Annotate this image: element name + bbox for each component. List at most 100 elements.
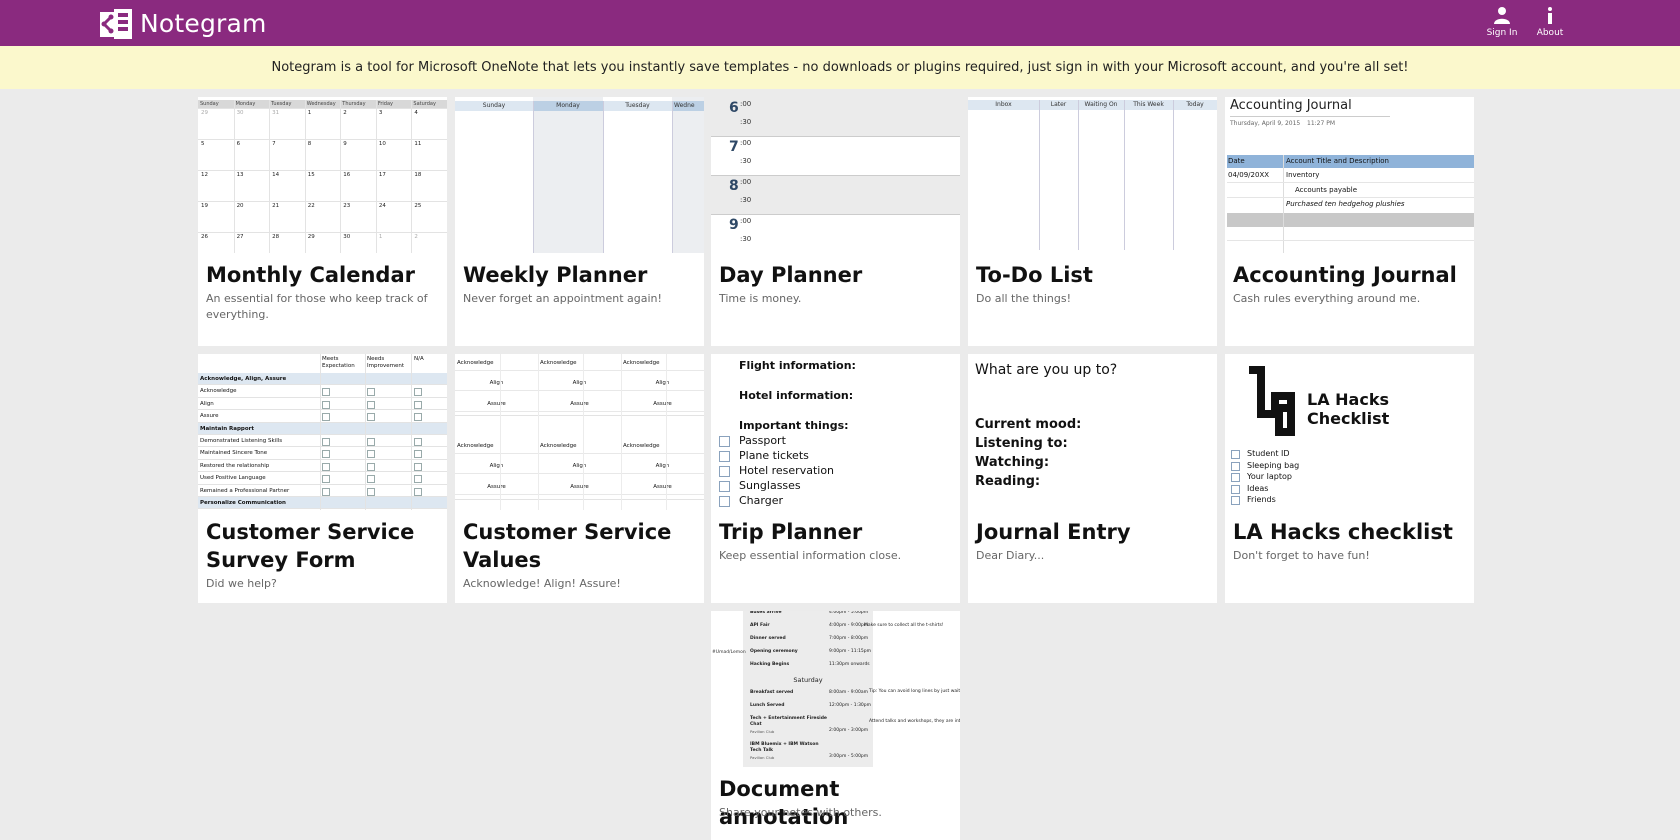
doc-event-location: Pavilion Club <box>750 755 775 760</box>
survey-row-line <box>198 458 447 460</box>
trip-checkbox[interactable] <box>719 466 730 477</box>
survey-row-line <box>198 396 447 398</box>
la-hacks-item-label: Sleeping bag <box>1247 460 1300 470</box>
template-card-customer-service-values[interactable]: Acknowledge Acknowledge Acknowledge Align Al… <box>455 354 704 603</box>
card-description: Acknowledge! Align! Assure! <box>463 577 621 590</box>
calendar-day-number: 30 <box>236 110 244 116</box>
half-hour-label: :00 <box>740 139 752 147</box>
doc-event-label: Buses arrive <box>750 611 782 615</box>
trip-item-label: Plane tickets <box>739 449 809 462</box>
entry-account: Accounts payable <box>1295 186 1357 194</box>
hour-label: 7 <box>729 139 739 155</box>
card-description: Share your notes with others. <box>719 806 882 819</box>
values-cell-word: Acknowledge <box>457 360 494 366</box>
doc-event-label: Lunch Served <box>750 703 785 708</box>
calendar-divider <box>233 100 235 253</box>
doc-event-label: API Fair <box>750 623 770 628</box>
info-banner: Notegram is a tool for Microsoft OneNote… <box>0 46 1680 89</box>
survey-checkbox[interactable] <box>367 438 375 446</box>
survey-checkbox[interactable] <box>414 413 422 422</box>
calendar-day-number: 30 <box>343 234 351 240</box>
survey-checkbox[interactable] <box>322 450 330 459</box>
survey-checkbox[interactable] <box>322 475 330 484</box>
la-hacks-checkbox[interactable] <box>1231 473 1240 482</box>
doc-event-time: 12:00pm - 1:30pm <box>829 703 872 708</box>
survey-checkbox[interactable] <box>367 462 375 471</box>
doc-event-location: Pavilion Club <box>750 729 775 734</box>
survey-checkbox[interactable] <box>414 400 422 409</box>
about-label: About <box>1536 28 1564 38</box>
values-cell-word: Align <box>655 380 670 386</box>
weekday-label: Sunday <box>200 101 219 107</box>
about-button[interactable]: About <box>1520 6 1580 42</box>
template-card-weekly-planner[interactable]: Sunday Monday Tuesday Wedne Weekly Plann… <box>455 97 704 346</box>
trip-checkbox[interactable] <box>719 481 730 492</box>
survey-checkbox[interactable] <box>367 388 375 397</box>
calendar-day-number: 2 <box>414 234 418 240</box>
survey-checkbox[interactable] <box>414 475 422 484</box>
trip-item-label: Charger <box>739 494 783 507</box>
doc-day-heading: Saturday <box>793 676 823 684</box>
survey-checkbox[interactable] <box>322 462 330 471</box>
template-card-todo-list[interactable]: Inbox Later Waiting On This Week Today T… <box>968 97 1217 346</box>
calendar-day-number: 29 <box>201 110 208 116</box>
survey-checkbox[interactable] <box>414 438 422 446</box>
survey-checkbox[interactable] <box>322 400 330 409</box>
doc-side-label: #Umad/Lemon <box>712 650 746 655</box>
survey-checkbox[interactable] <box>367 400 375 409</box>
template-card-journal-entry[interactable]: What are you up to? Current mood: Listen… <box>968 354 1217 603</box>
la-hacks-checkbox[interactable] <box>1231 450 1240 459</box>
calendar-divider <box>269 100 271 253</box>
la-hacks-checkbox[interactable] <box>1231 484 1240 494</box>
trip-checkbox[interactable] <box>719 496 730 507</box>
template-card-la-hacks-checklist[interactable]: LA Hacks Checklist Student ID Sleeping ba… <box>1225 354 1474 603</box>
survey-checkbox[interactable] <box>322 413 330 422</box>
weekday-label: Sunday <box>482 102 506 109</box>
entry-account: Inventory <box>1286 171 1320 179</box>
template-card-day-planner[interactable]: 6 7 8 9 :00 :30 :00 :30 :00 :30 :00 :30 … <box>711 97 960 346</box>
calendar-day-number: 14 <box>272 172 280 178</box>
survey-checkbox[interactable] <box>322 487 330 496</box>
survey-col-header: Meets Expectation <box>322 356 355 369</box>
survey-checkbox[interactable] <box>367 475 375 484</box>
accounting-journal-preview: Accounting Journal Thursday, April 9, 20… <box>1225 97 1474 253</box>
survey-checkbox[interactable] <box>414 487 422 496</box>
template-card-monthly-calendar[interactable]: Sunday Monday Tuesday Wednesday Thursday Frid… <box>198 97 447 346</box>
journal-entry-preview: What are you up to? Current mood: Listen… <box>968 354 1217 510</box>
template-card-trip-planner[interactable]: Flight information: Hotel information: I… <box>711 354 960 603</box>
values-cell-word: Acknowledge <box>457 443 494 449</box>
trip-checkbox[interactable] <box>719 451 730 462</box>
la-hacks-checkbox[interactable] <box>1231 496 1240 505</box>
la-hacks-heading: LA Hacks Checklist <box>1307 390 1390 428</box>
survey-checkbox[interactable] <box>367 487 375 496</box>
survey-checkbox[interactable] <box>367 450 375 459</box>
survey-checkbox[interactable] <box>367 413 375 422</box>
survey-checkbox[interactable] <box>414 388 422 397</box>
template-card-document-annotation[interactable]: #Umad/Lemon Buses arrive 4:00pm - 5:00pm A… <box>711 611 960 840</box>
brand-logo-link[interactable]: Notegram <box>100 8 267 39</box>
doc-event-label: Hacking Begins <box>750 662 790 667</box>
card-title: To-Do List <box>976 263 1093 287</box>
doc-event-label: IBM Bluemix + IBM Watson Tech Talk <box>750 742 819 753</box>
survey-checkbox[interactable] <box>414 450 422 459</box>
template-card-accounting-journal[interactable]: Accounting Journal Thursday, April 9, 20… <box>1225 97 1474 346</box>
entry-date: 04/09/20XX <box>1228 171 1270 179</box>
journal-field: Listening to: <box>975 436 1068 451</box>
survey-checkbox[interactable] <box>322 388 330 397</box>
survey-checkbox[interactable] <box>322 438 330 446</box>
values-col-line <box>583 354 584 510</box>
calendar-day-number: 7 <box>272 141 276 147</box>
hour-label: 8 <box>729 178 739 194</box>
survey-checkbox[interactable] <box>414 462 422 471</box>
survey-row-line <box>198 409 447 411</box>
calendar-day-number: 5 <box>201 141 205 147</box>
card-title: Customer Service Survey Form <box>206 520 415 572</box>
card-description: Never forget an appointment again! <box>463 292 662 305</box>
values-cell-word: Acknowledge <box>540 360 577 366</box>
template-card-customer-service-survey[interactable]: Meets Expectation Needs Improvement N/A … <box>198 354 447 603</box>
la-hacks-item-label: Your laptop <box>1247 472 1292 481</box>
calendar-day-number: 26 <box>201 234 208 240</box>
values-cell-word: Assure <box>487 401 506 407</box>
la-hacks-checkbox[interactable] <box>1231 461 1240 471</box>
trip-checkbox[interactable] <box>719 436 730 447</box>
